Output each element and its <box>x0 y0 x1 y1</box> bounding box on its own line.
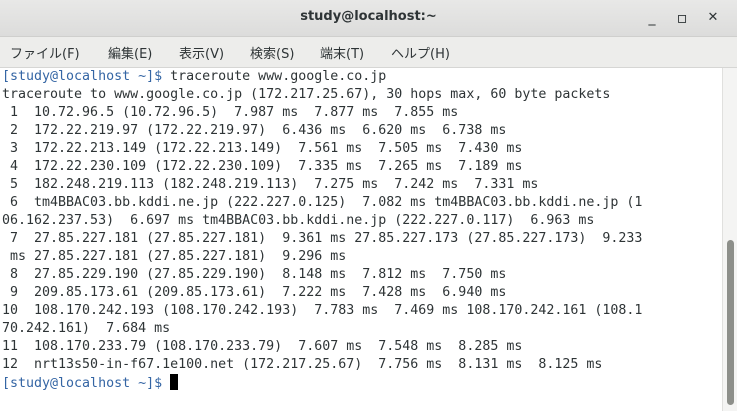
menu-bar: ファイル(F) 編集(E) 表示(V) 検索(S) 端末(T) ヘルプ(H) <box>0 37 737 68</box>
command-line: [study@localhost ~]$ traceroute www.goog… <box>2 68 386 86</box>
output-line: 5 182.248.219.113 (182.248.219.113) 7.27… <box>2 177 539 192</box>
output-line: 11 108.170.233.79 (108.170.233.79) 7.607… <box>2 339 523 354</box>
scrollbar-thumb[interactable] <box>727 240 734 405</box>
text-cursor <box>170 374 179 390</box>
output-line: 3 172.22.213.149 (172.22.213.149) 7.561 … <box>2 141 523 156</box>
terminal-area[interactable]: [study@localhost ~]$ traceroute www.goog… <box>0 68 722 411</box>
menu-search[interactable]: 検索(S) <box>250 43 294 62</box>
title-bar[interactable]: study@localhost:~ _ ▫ ✕ <box>0 0 737 37</box>
output-line: 6 tm4BBAC03.bb.kddi.ne.jp (222.227.0.125… <box>2 195 643 210</box>
output-line: 06.162.237.53) 6.697 ms tm4BBAC03.bb.kdd… <box>2 213 595 228</box>
maximize-button[interactable]: ▫ <box>672 8 692 28</box>
output-line: 9 209.85.173.61 (209.85.173.61) 7.222 ms… <box>2 285 507 300</box>
menu-help[interactable]: ヘルプ(H) <box>391 43 450 62</box>
output-line: 1 10.72.96.5 (10.72.96.5) 7.987 ms 7.877… <box>2 105 459 120</box>
close-button[interactable]: ✕ <box>703 8 723 28</box>
prompt-line: [study@localhost ~]$ <box>2 374 179 393</box>
output-line: 12 nrt13s50-in-f67.1e100.net (172.217.25… <box>2 357 603 372</box>
window-title: study@localhost:~ <box>300 9 437 24</box>
prompt: [study@localhost ~]$ <box>2 376 163 391</box>
prompt: [study@localhost ~]$ <box>2 69 163 84</box>
menu-edit[interactable]: 編集(E) <box>108 43 152 62</box>
output-line: 8 27.85.229.190 (27.85.229.190) 8.148 ms… <box>2 267 507 282</box>
menu-file[interactable]: ファイル(F) <box>10 43 80 62</box>
output-line: 10 108.170.242.193 (108.170.242.193) 7.7… <box>2 303 643 318</box>
output-line: ms 27.85.227.181 (27.85.227.181) 9.296 m… <box>2 249 347 264</box>
scrollbar[interactable] <box>722 68 737 411</box>
output-line: 70.242.161) 7.684 ms <box>2 321 171 336</box>
output-line: 2 172.22.219.97 (172.22.219.97) 6.436 ms… <box>2 123 507 138</box>
output-line: 7 27.85.227.181 (27.85.227.181) 9.361 ms… <box>2 231 643 246</box>
minimize-button[interactable]: _ <box>642 8 662 28</box>
menu-view[interactable]: 表示(V) <box>179 43 224 62</box>
menu-terminal[interactable]: 端末(T) <box>320 43 364 62</box>
command-text: traceroute www.google.co.jp <box>162 69 387 84</box>
output-line: 4 172.22.230.109 (172.22.230.109) 7.335 … <box>2 159 523 174</box>
output-line: traceroute to www.google.co.jp (172.217.… <box>2 87 611 102</box>
